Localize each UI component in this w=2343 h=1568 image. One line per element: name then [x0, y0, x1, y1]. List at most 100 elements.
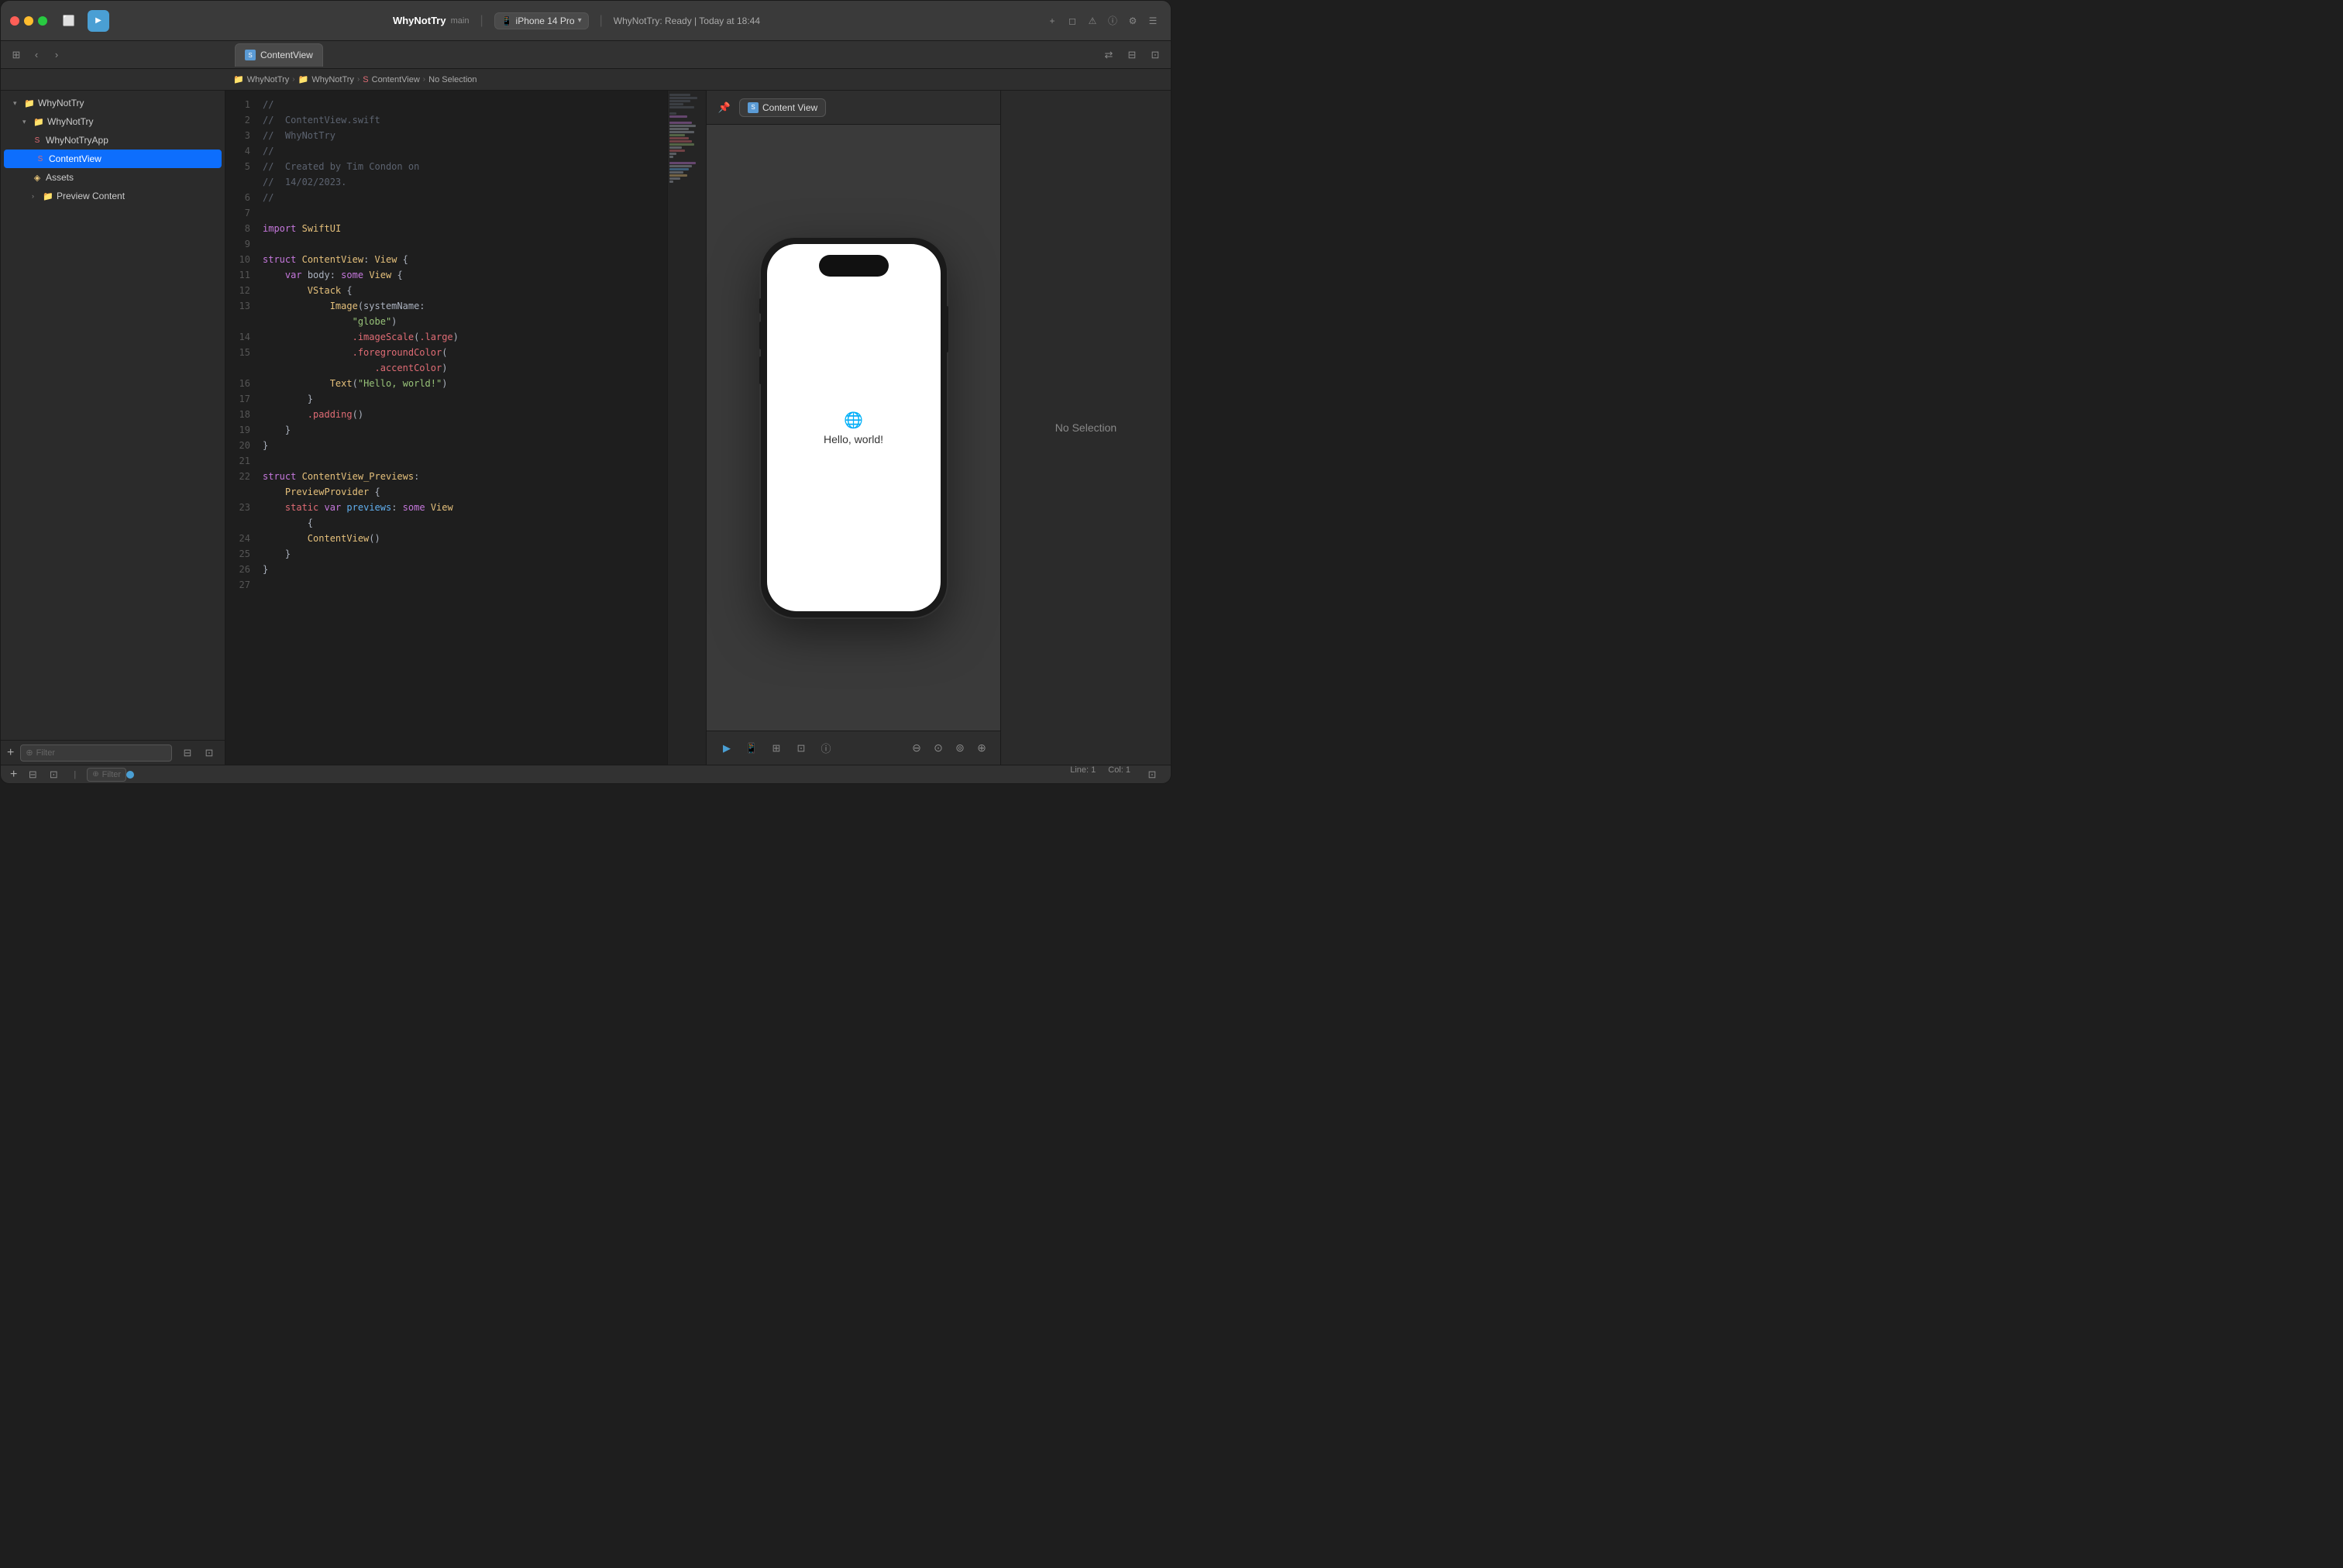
filter-wrapper: ⊕ Filter [87, 768, 126, 782]
no-selection-label: No Selection [1055, 421, 1116, 434]
status-ctrl-icon[interactable]: ⊟ [23, 765, 42, 784]
code-line-20: } [263, 438, 667, 453]
bc-sep-3: › [423, 75, 425, 84]
canvas-icon[interactable]: ⊡ [1146, 46, 1165, 64]
status-right-icon[interactable]: ⊡ [1143, 765, 1161, 784]
preview-header: 📌 S Content View [707, 91, 1000, 125]
code-line-12: VStack { [263, 283, 667, 298]
group-label: WhyNotTry [47, 116, 94, 127]
code-line-13a: Image(systemName: [263, 298, 667, 314]
sidebar-item-app[interactable]: S WhyNotTryApp [1, 131, 225, 150]
code-line-26: } [263, 562, 667, 577]
breadcrumb-contentview[interactable]: S ContentView [363, 75, 420, 84]
sidebar-item-preview-content[interactable]: › 📁 Preview Content [1, 187, 225, 205]
sort-icon[interactable]: ⊟ [178, 744, 197, 762]
contentview-tab[interactable]: S ContentView [235, 43, 323, 67]
code-line-15b: .accentColor) [263, 360, 667, 376]
preview-play-btn[interactable]: ▶ [716, 738, 738, 759]
sidebar-footer: + ⊕ Filter ⊟ ⊡ [1, 740, 225, 765]
nav-back-btn[interactable]: ‹ [27, 46, 46, 64]
add-file-button[interactable]: + [7, 746, 14, 760]
zoom-in-btn[interactable]: ⊕ [972, 739, 991, 758]
app-file-icon: S [32, 136, 43, 145]
preview-device-btn[interactable]: 📱 [741, 738, 762, 759]
run-button[interactable] [88, 10, 109, 32]
zoom-actual-btn[interactable]: ⊚ [951, 739, 969, 758]
sidebar-item-contentview[interactable]: S ContentView [4, 150, 222, 168]
zoom-out-btn[interactable]: ⊖ [907, 739, 926, 758]
preview-info-btn[interactable]: ⓘ [815, 738, 837, 759]
preview-panel: 📌 S Content View 🌐 Hello, world! [706, 91, 1000, 765]
info-icon[interactable]: ⓘ [1104, 12, 1121, 29]
device-selector[interactable]: 📱 iPhone 14 Pro ▾ [494, 12, 589, 29]
sidebar-toggle-icon[interactable]: ⬜ [60, 12, 78, 30]
status-add-btn[interactable]: + [10, 768, 17, 782]
pin-button[interactable]: 📌 [716, 99, 733, 116]
file-navigator: ▾ 📁 WhyNotTry ▾ 📁 WhyNotTry S WhyNotTryA… [1, 91, 225, 765]
sidebar-item-group[interactable]: ▾ 📁 WhyNotTry [1, 112, 225, 131]
toolbar-left: ⊞ ‹ › [7, 46, 232, 64]
assets-label: Assets [46, 172, 74, 183]
bc-sep-2: › [357, 75, 360, 84]
preview-footer: ▶ 📱 ⊞ ⊡ ⓘ ⊖ ⊙ ⊚ ⊕ [707, 731, 1000, 765]
preview-connect-btn[interactable]: ⊡ [790, 738, 812, 759]
sidebar-item-assets[interactable]: ◈ Assets [1, 168, 225, 187]
iphone-mute-button [759, 298, 762, 314]
content-view-badge[interactable]: S Content View [739, 98, 826, 117]
swift-tab-icon: S [245, 50, 256, 60]
tab-bar: S ContentView [235, 43, 1096, 67]
code-line-7 [263, 205, 667, 221]
cv-icon: S [748, 102, 759, 113]
warning-icon[interactable]: ⚠ [1084, 12, 1101, 29]
project-name: WhyNotTry [393, 15, 446, 26]
code-line-23a: static var previews: some View [263, 500, 667, 515]
file-tree: ▾ 📁 WhyNotTry ▾ 📁 WhyNotTry S WhyNotTryA… [1, 91, 225, 740]
code-line-1: // [263, 97, 667, 112]
titlebar: ⬜ WhyNotTry main | 📱 iPhone 14 Pro ▾ | W… [1, 1, 1171, 41]
traffic-lights [10, 16, 47, 26]
bookmark-icon[interactable]: ◻ [1064, 12, 1081, 29]
code-editor[interactable]: 1 2 3 4 5 6 7 8 9 10 11 12 13 14 15 16 1… [225, 91, 706, 765]
preview-zoom-controls: ⊖ ⊙ ⊚ ⊕ [907, 739, 991, 758]
code-line-6: // [263, 190, 667, 205]
editor-options-icon[interactable]: ⊟ [1123, 46, 1141, 64]
zoom-fit-btn[interactable]: ⊙ [929, 739, 948, 758]
code-content[interactable]: // // ContentView.swift // WhyNotTry // … [256, 91, 667, 765]
chevron-right-icon: › [32, 192, 40, 200]
filter-placeholder: Filter [36, 748, 55, 758]
status-right: Line: 1 Col: 1 ⊡ [1070, 765, 1161, 784]
code-line-27 [263, 577, 667, 593]
nav-forward-btn[interactable]: › [47, 46, 66, 64]
add-file-icon[interactable]: + [1044, 12, 1061, 29]
breadcrumb-bar: 📁 WhyNotTry › 📁 WhyNotTry › S ContentVie… [1, 69, 1171, 91]
code-line-19: } [263, 422, 667, 438]
iphone-app-content: 🌐 Hello, world! [824, 411, 883, 445]
iphone-vol-up-button [759, 322, 762, 349]
breadcrumb-whynottry2[interactable]: 📁 WhyNotTry [298, 74, 354, 84]
minimize-button[interactable] [24, 16, 33, 26]
breadcrumb-whynottry1[interactable]: 📁 WhyNotTry [233, 74, 289, 84]
preview-grid-btn[interactable]: ⊞ [766, 738, 787, 759]
preview-device-area: 🌐 Hello, world! [707, 125, 1000, 731]
inspector-toggle-icon[interactable]: ☰ [1144, 12, 1161, 29]
status-layout-icon[interactable]: ⊡ [44, 765, 63, 784]
col-indicator: Col: 1 [1108, 765, 1130, 784]
hello-world-text: Hello, world! [824, 433, 883, 445]
breadcrumb-no-selection[interactable]: No Selection [428, 75, 477, 84]
settings-icon[interactable]: ⚙ [1124, 12, 1141, 29]
close-button[interactable] [10, 16, 19, 26]
maximize-button[interactable] [38, 16, 47, 26]
contentview-label: ContentView [49, 153, 101, 164]
split-horizontal-icon[interactable]: ⇄ [1099, 46, 1118, 64]
minimap [667, 91, 706, 765]
swift-file-icon: S [363, 75, 368, 84]
editor-toolbar: ⊞ ‹ › S ContentView ⇄ ⊟ ⊡ [1, 41, 1171, 69]
app-label: WhyNotTryApp [46, 135, 108, 146]
sidebar-item-root[interactable]: ▾ 📁 WhyNotTry [1, 94, 225, 112]
group-folder-icon: 📁 [33, 117, 44, 127]
filter-options-icon[interactable]: ⊡ [200, 744, 218, 762]
bc-sep-1: › [292, 75, 294, 84]
grid-view-icon[interactable]: ⊞ [7, 46, 26, 64]
status-controls: ⊟ ⊡ [23, 765, 63, 784]
filter-text: Filter [102, 770, 121, 779]
